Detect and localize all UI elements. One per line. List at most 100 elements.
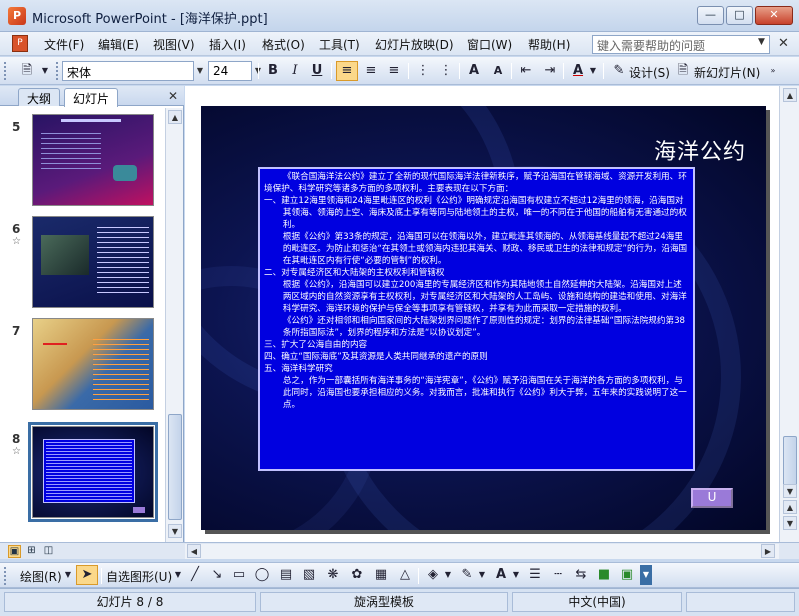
close-document-icon[interactable]: ✕	[778, 36, 789, 51]
maximize-icon[interactable]: □	[726, 6, 753, 25]
fill-color-icon[interactable]: ◈	[422, 565, 444, 585]
tab-outline[interactable]: 大纲	[18, 88, 61, 106]
diagram-icon[interactable]: ❋	[322, 565, 344, 585]
normal-view-icon[interactable]: ▣	[8, 545, 21, 558]
scroll-up-icon[interactable]: ▲	[168, 110, 182, 124]
align-center-icon[interactable]: ≡	[360, 61, 382, 81]
decrease-font-icon[interactable]: A	[487, 61, 509, 81]
menu-format[interactable]: 格式(O)	[262, 36, 305, 53]
scroll-left-icon[interactable]: ◀	[187, 544, 201, 558]
numbered-list-icon[interactable]: ⋮	[412, 61, 434, 81]
menu-slideshow[interactable]: 幻灯片放映(D)	[375, 36, 454, 53]
align-left-icon[interactable]: ≡	[336, 61, 358, 81]
language-status: 中文(中国)	[512, 592, 682, 612]
toolbar-separator	[418, 568, 419, 584]
arrow-style-icon[interactable]: ⇆	[570, 565, 592, 585]
picture-icon[interactable]: ▦	[370, 565, 392, 585]
decrease-indent-icon[interactable]: ⇤	[515, 61, 537, 81]
line-style-icon[interactable]: ☰	[524, 565, 546, 585]
oval-icon[interactable]: ◯	[251, 565, 273, 585]
slide-thumbnail-5[interactable]	[32, 114, 154, 206]
chevron-down-icon[interactable]: ▼	[172, 565, 184, 585]
menu-tools[interactable]: 工具(T)	[319, 36, 360, 53]
slide-content-textbox[interactable]: 《联合国海洋法公约》建立了全新的现代国际海洋法律新秩序，赋予沿海国在管辖海域、资…	[258, 167, 695, 471]
close-pane-icon[interactable]: ✕	[168, 89, 178, 103]
toolbar-grip[interactable]	[4, 62, 7, 80]
document-icon[interactable]: P	[12, 35, 28, 52]
menu-file[interactable]: 文件(F)	[44, 36, 84, 53]
scrollbar-thumb[interactable]	[168, 414, 182, 520]
dash-style-icon[interactable]: ┄	[547, 565, 569, 585]
select-pointer-icon[interactable]: ➤	[76, 565, 98, 585]
minimize-icon[interactable]: —	[697, 6, 724, 25]
bold-button[interactable]: B	[262, 61, 284, 81]
template-status: 旋涡型模板	[260, 592, 508, 612]
design-button[interactable]: 设计(S)	[629, 64, 670, 81]
toolbar-more-icon[interactable]: »	[766, 61, 780, 81]
shadow-style-icon[interactable]: ■	[593, 565, 615, 585]
textbox-icon[interactable]: ▤	[275, 565, 297, 585]
draw-menu-button[interactable]: 绘图(R)	[20, 568, 62, 585]
toolbar-options-icon[interactable]: ▼	[640, 565, 652, 585]
new-slide-button[interactable]: 新幻灯片(N)	[694, 64, 760, 81]
help-search-input[interactable]: 键入需要帮助的问题	[592, 35, 770, 54]
increase-font-icon[interactable]: A	[463, 61, 485, 81]
font-name-dropdown-icon[interactable]: ▼	[194, 62, 206, 80]
chevron-down-icon[interactable]: ▼	[510, 565, 522, 585]
scroll-right-icon[interactable]: ▶	[761, 544, 775, 558]
align-right-icon[interactable]: ≡	[383, 61, 405, 81]
autoshapes-menu-button[interactable]: 自选图形(U)	[106, 568, 172, 585]
menu-edit[interactable]: 编辑(E)	[98, 36, 139, 53]
scroll-up-icon[interactable]: ▲	[783, 88, 797, 102]
wordart-icon[interactable]: ▧	[298, 565, 320, 585]
menu-insert[interactable]: 插入(I)	[209, 36, 246, 53]
slide-thumbnail-6[interactable]	[32, 216, 154, 308]
menu-view[interactable]: 视图(V)	[153, 36, 195, 53]
slide-thumbnail-7[interactable]	[32, 318, 154, 410]
slide-number: 6	[12, 222, 21, 236]
slide-scrollbar[interactable]: ▲ ▼ ▲ ▼	[779, 86, 799, 542]
action-button[interactable]: U	[691, 488, 733, 508]
clipart-icon[interactable]: ✿	[346, 565, 368, 585]
slideshow-view-icon[interactable]: ◫	[42, 545, 55, 558]
font-color-icon[interactable]: A	[567, 61, 589, 81]
powerpoint-app-icon[interactable]: P	[8, 7, 26, 25]
italic-button[interactable]: I	[284, 61, 306, 81]
chevron-down-icon[interactable]: ▼	[476, 565, 488, 585]
chevron-down-icon[interactable]: ▼	[62, 565, 74, 585]
rectangle-icon[interactable]: ▭	[228, 565, 250, 585]
increase-indent-icon[interactable]: ⇥	[539, 61, 561, 81]
toolbar-grip[interactable]	[56, 62, 59, 80]
font-size-field[interactable]: 24	[208, 61, 252, 81]
scroll-down-icon[interactable]: ▼	[783, 484, 797, 498]
previous-slide-icon[interactable]: ▲	[783, 500, 797, 514]
toolbar-options-icon[interactable]: ▼	[38, 61, 52, 81]
chevron-down-icon[interactable]: ▼	[442, 565, 454, 585]
font-name-field[interactable]: 宋体	[62, 61, 194, 81]
tab-slides[interactable]: 幻灯片	[64, 88, 119, 107]
underline-button[interactable]: U	[306, 61, 328, 81]
chevron-down-icon[interactable]: ▼	[758, 37, 765, 47]
slide-sorter-view-icon[interactable]: ⊞	[25, 545, 38, 558]
3d-style-icon[interactable]: ▣	[616, 565, 638, 585]
draw-font-color-icon[interactable]: A	[490, 565, 512, 585]
current-slide[interactable]: 海洋公约 《联合国海洋法公约》建立了全新的现代国际海洋法律新秩序，赋予沿海国在管…	[201, 106, 766, 530]
next-slide-icon[interactable]: ▼	[783, 516, 797, 530]
bulleted-list-icon[interactable]: ⋮	[435, 61, 457, 81]
menu-window[interactable]: 窗口(W)	[467, 36, 512, 53]
toolbar-grip[interactable]	[4, 567, 7, 585]
line-color-icon[interactable]: ✎	[456, 565, 478, 585]
line-icon[interactable]: ╱	[184, 565, 206, 585]
new-document-icon[interactable]: 🗎	[16, 61, 38, 81]
close-icon[interactable]: ✕	[755, 6, 793, 25]
content-paragraph: 四、确立“国际海底”及其资源是人类共同继承的遗产的原则	[264, 352, 488, 362]
scroll-down-icon[interactable]: ▼	[168, 524, 182, 538]
horizontal-scrollbar[interactable]: ◀ ▶	[185, 544, 779, 559]
arrow-icon[interactable]: ↘	[206, 565, 228, 585]
slide-thumbnail-8[interactable]	[28, 422, 158, 522]
thumbnail-scrollbar[interactable]: ▲ ▼	[165, 108, 183, 542]
slide-title[interactable]: 海洋公约	[654, 134, 746, 166]
insert-image-icon[interactable]: △	[394, 565, 416, 585]
font-color-dropdown-icon[interactable]: ▼	[587, 61, 599, 81]
menu-help[interactable]: 帮助(H)	[528, 36, 570, 53]
